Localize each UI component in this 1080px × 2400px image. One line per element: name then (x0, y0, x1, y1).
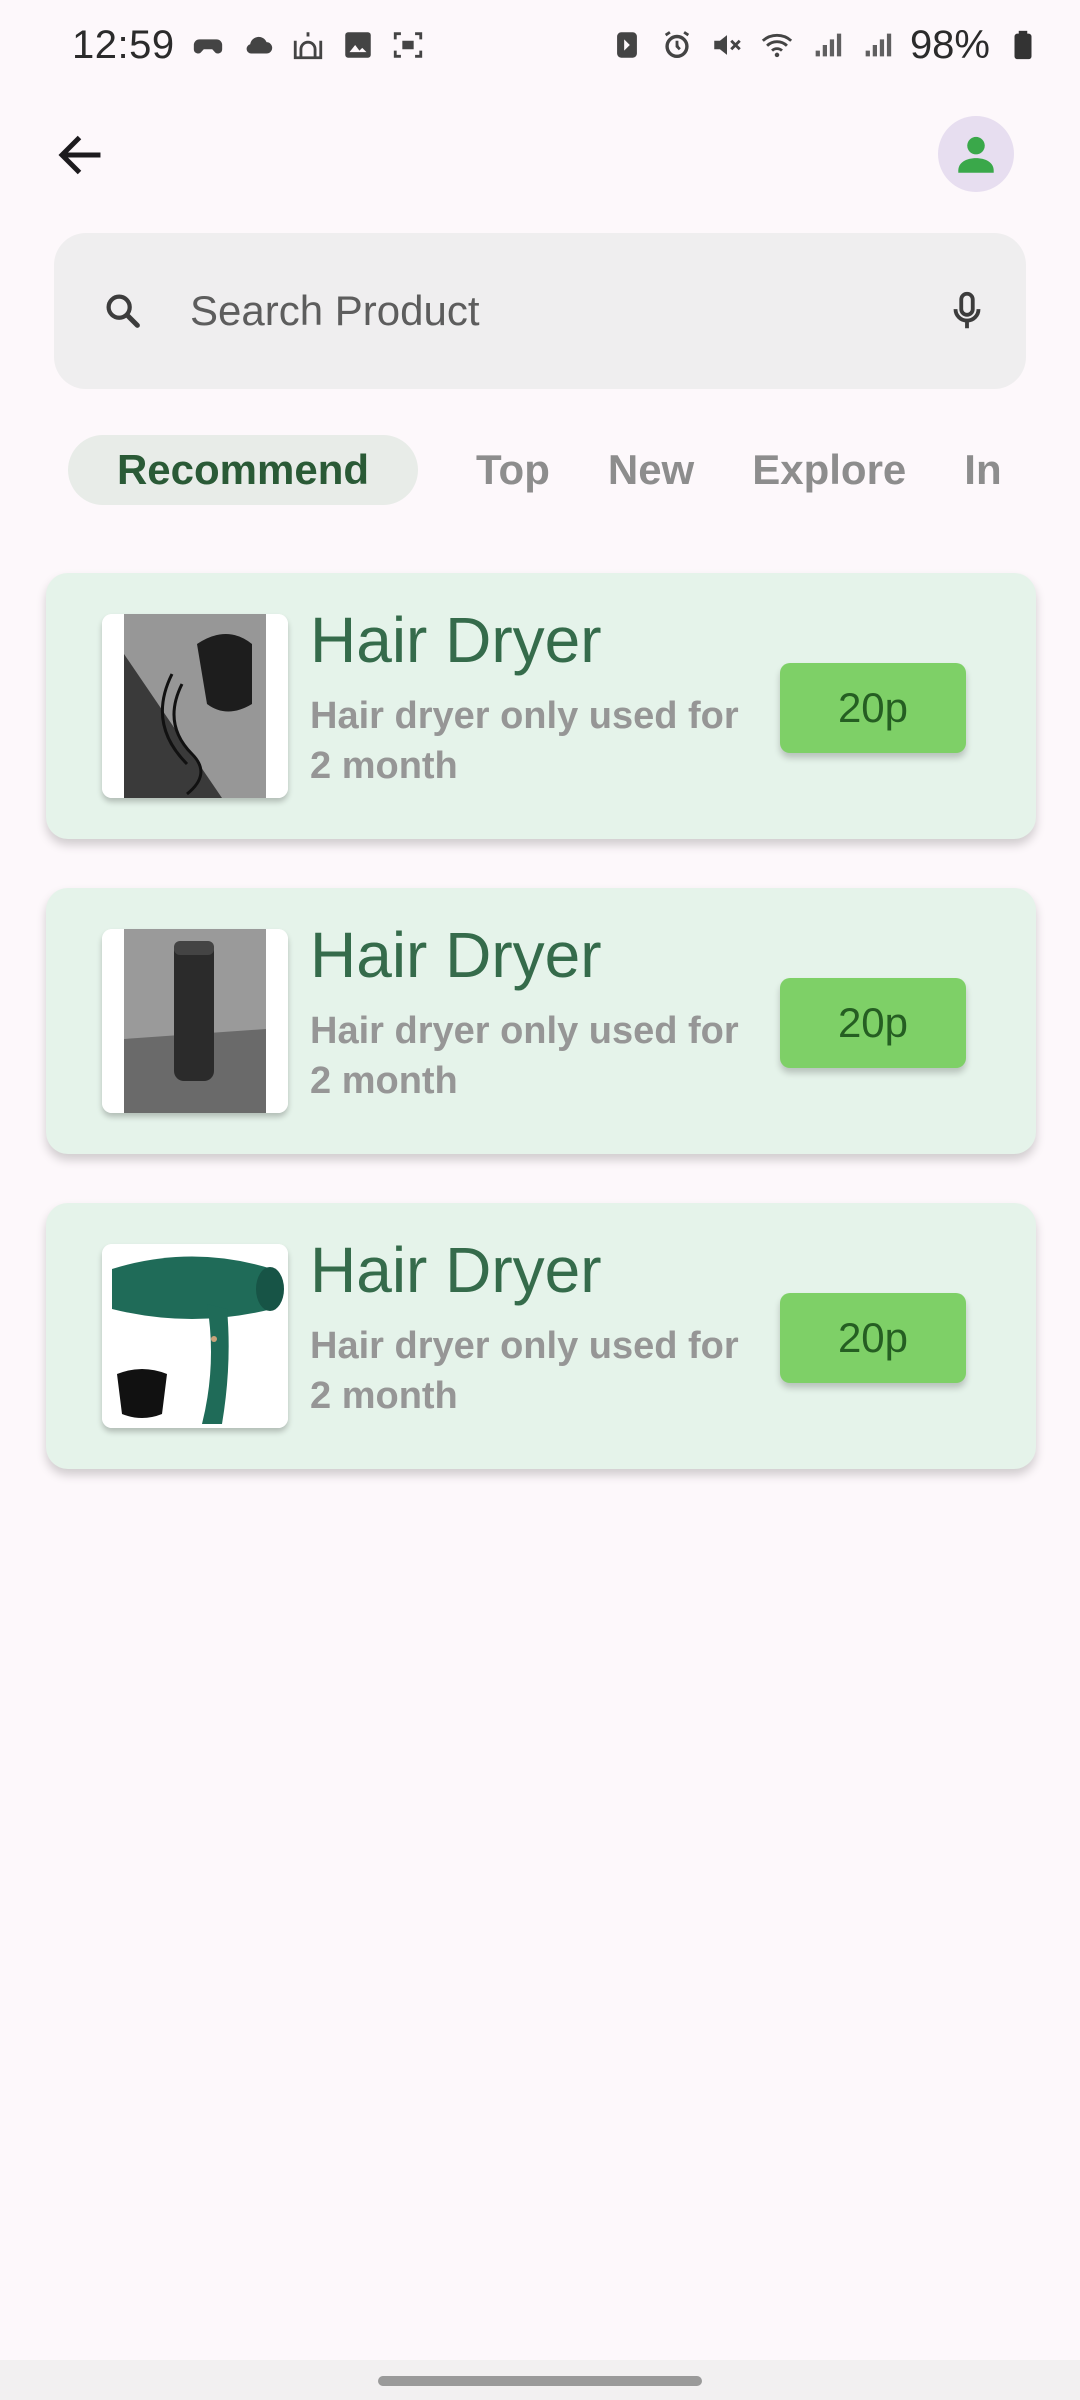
battery-icon (1006, 28, 1040, 62)
product-image (102, 929, 288, 1113)
avatar[interactable] (938, 116, 1014, 192)
signal-icon (860, 28, 894, 62)
price-button[interactable]: 20p (780, 978, 966, 1068)
search-input[interactable] (190, 287, 944, 335)
tab-in[interactable]: In (964, 435, 1001, 505)
product-card[interactable]: Hair Dryer Hair dryer only used for 2 mo… (46, 888, 1036, 1154)
tab-top[interactable]: Top (476, 435, 550, 505)
status-time: 12:59 (72, 22, 175, 67)
battery-percent: 98% (909, 22, 990, 67)
search-bar[interactable] (54, 233, 1026, 389)
mute-icon (710, 28, 744, 62)
product-description: Hair dryer only used for 2 month (310, 1010, 739, 1102)
category-tabs: Recommend Top New Explore In (0, 434, 1038, 506)
alarm-icon (660, 28, 694, 62)
home-indicator[interactable] (378, 2376, 702, 2386)
product-title: Hair Dryer (310, 604, 602, 676)
product-image (102, 614, 288, 798)
product-title: Hair Dryer (310, 919, 602, 991)
price-button[interactable]: 20p (780, 1293, 966, 1383)
microphone-icon[interactable] (944, 288, 990, 334)
product-title: Hair Dryer (310, 1234, 602, 1306)
product-card[interactable]: Hair Dryer Hair dryer only used for 2 mo… (46, 573, 1036, 839)
status-left: 12:59 (72, 23, 425, 68)
tab-recommend[interactable]: Recommend (68, 435, 418, 505)
cloud-icon (241, 28, 275, 62)
wifi-icon (760, 28, 794, 62)
status-right: 98% (610, 23, 1040, 68)
status-bar: 12:59 98% (0, 0, 1080, 90)
mosque-icon (291, 28, 325, 62)
tab-explore[interactable]: Explore (752, 435, 906, 505)
search-icon[interactable] (100, 288, 146, 334)
signal-icon (810, 28, 844, 62)
price-button[interactable]: 20p (780, 663, 966, 753)
tab-new[interactable]: New (608, 435, 694, 505)
product-description: Hair dryer only used for 2 month (310, 1325, 739, 1417)
nfc-icon (610, 28, 644, 62)
product-card[interactable]: Hair Dryer Hair dryer only used for 2 mo… (46, 1203, 1036, 1469)
screenshot-icon (391, 28, 425, 62)
arrow-left-icon (53, 128, 107, 182)
image-icon (341, 28, 375, 62)
product-description: Hair dryer only used for 2 month (310, 695, 739, 787)
person-icon (951, 129, 1001, 179)
back-button[interactable] (40, 115, 120, 195)
product-image (102, 1244, 288, 1428)
game-controller-icon (191, 28, 225, 62)
